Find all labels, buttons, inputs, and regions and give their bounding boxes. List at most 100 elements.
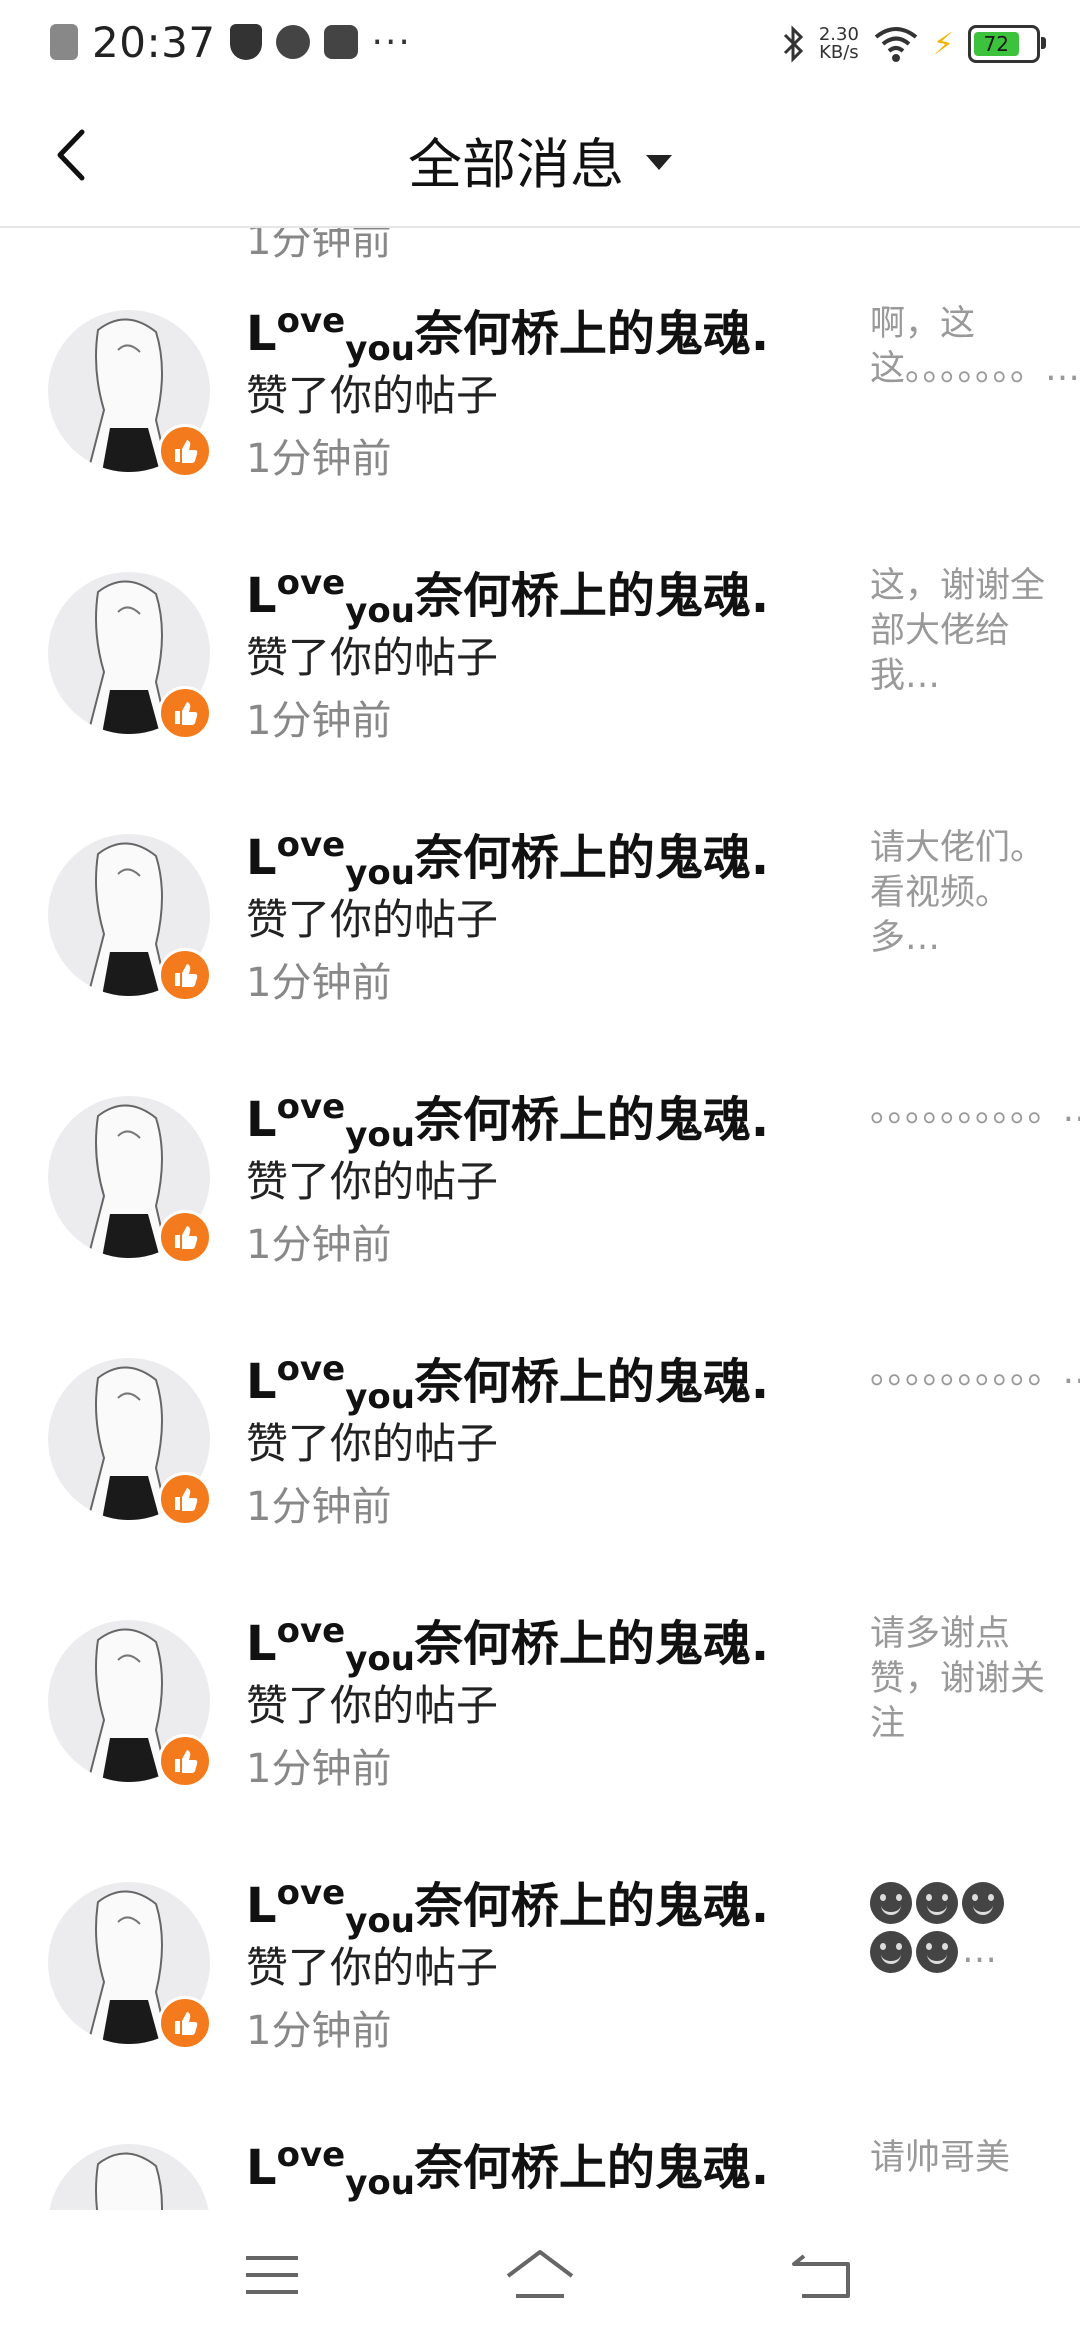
message-time: 1分钟前: [246, 436, 392, 482]
user-name[interactable]: Loveyou奈何桥上的鬼魂.: [246, 1866, 770, 1941]
post-preview[interactable]: 啊，这这。。。。。。。…: [870, 302, 1080, 392]
message-time: 1分钟前: [246, 1222, 392, 1268]
post-preview[interactable]: 。。。。。。。。。。…: [870, 1350, 1080, 1395]
thumbs-up-icon: [158, 1472, 212, 1526]
home-icon[interactable]: [500, 2240, 580, 2310]
status-bar: 20:37 ··· 2.30 KB/s ⚡ 72: [0, 0, 1080, 84]
battery-percent: 72: [983, 32, 1009, 56]
title-dropdown[interactable]: 全部消息: [0, 120, 1080, 199]
post-preview[interactable]: 请多谢点赞，谢谢关注: [870, 1612, 1050, 1747]
list-item[interactable]: Loveyou奈何桥上的鬼魂. 赞了你的帖子 1分钟前 啊，这这。。。。。。。…: [0, 286, 1080, 548]
smiley-face-icon: [870, 1882, 912, 1924]
name-part: ove: [276, 1873, 346, 1913]
name-part: ove: [276, 1349, 346, 1389]
name-part: ove: [276, 825, 346, 865]
post-preview[interactable]: 这，谢谢全部大佬给我…: [870, 564, 1050, 699]
user-name[interactable]: Loveyou奈何桥上的鬼魂.: [246, 1342, 770, 1417]
message-action: 赞了你的帖子: [246, 895, 499, 944]
list-item[interactable]: Loveyou奈何桥上的鬼魂. 赞了你的帖子 1分钟前 请多谢点赞，谢谢关注: [0, 1596, 1080, 1858]
name-part: L: [246, 1616, 277, 1672]
message-time: 1分钟前: [246, 228, 392, 264]
avatar: [48, 2144, 210, 2210]
list-item[interactable]: Loveyou奈何桥上的鬼魂. 赞了你的帖子 1分钟前 请大佬们。看视频。多…: [0, 810, 1080, 1072]
header: 全部消息: [0, 84, 1080, 228]
message-action: 赞了你的帖子: [246, 1943, 499, 1992]
speed-unit: KB/s: [819, 42, 859, 63]
post-preview[interactable]: …: [870, 1880, 1050, 1974]
page-title: 全部消息: [408, 133, 624, 196]
message-time: 1分钟前: [246, 960, 392, 1006]
thumbs-up-icon: [158, 1734, 212, 1788]
message-action: 赞了你的帖子: [246, 633, 499, 682]
battery-icon: 72: [968, 25, 1046, 63]
speedometer-icon: [275, 25, 310, 59]
post-preview[interactable]: 。。。。。。。。。。…: [870, 1088, 1080, 1133]
message-time: 1分钟前: [246, 698, 392, 744]
shield-icon: [229, 24, 262, 60]
list-item[interactable]: Loveyou奈何桥上的鬼魂. 赞了你的帖子 1分钟前 这，谢谢全部大佬给我…: [0, 548, 1080, 810]
name-part: L: [246, 2140, 277, 2196]
network-speed: 2.30 KB/s: [819, 26, 859, 62]
name-part: L: [246, 1354, 277, 1410]
thumbs-up-icon: [158, 948, 212, 1002]
name-part: L: [246, 1092, 277, 1148]
list-item[interactable]: Loveyou奈何桥上的鬼魂. 赞了你的帖子 1分钟前 。。。。。。。。。。…: [0, 1334, 1080, 1596]
wifi-icon: [874, 27, 918, 62]
name-part: L: [246, 830, 277, 886]
name-part: 奈何桥上的鬼魂.: [414, 306, 770, 362]
user-name[interactable]: Loveyou奈何桥上的鬼魂.: [246, 556, 770, 631]
thumbs-up-icon: [158, 1210, 212, 1264]
name-part: 奈何桥上的鬼魂.: [414, 830, 770, 886]
name-part: 奈何桥上的鬼魂.: [414, 1354, 770, 1410]
back-icon[interactable]: [782, 2240, 862, 2310]
status-time: 20:37: [92, 17, 216, 67]
message-action: 赞了你的帖子: [246, 1681, 499, 1730]
post-preview[interactable]: 请大佬们。看视频。多…: [870, 826, 1050, 961]
message-time: 1分钟前: [246, 1746, 392, 1792]
list-item[interactable]: 1分钟前: [0, 228, 1080, 282]
smiley-face-icon: [962, 1882, 1004, 1924]
play-icon: [323, 25, 358, 59]
name-part: you: [345, 2163, 415, 2203]
name-part: L: [246, 568, 277, 624]
name-part: ove: [276, 301, 346, 341]
user-name[interactable]: Loveyou奈何桥上的鬼魂.: [246, 1080, 770, 1155]
user-name[interactable]: Loveyou奈何桥上的鬼魂.: [246, 1604, 770, 1679]
list-item[interactable]: Loveyou奈何桥上的鬼魂. 请帅哥美: [0, 2120, 1080, 2210]
notification-x-icon: [50, 24, 78, 60]
name-part: ove: [276, 563, 346, 603]
message-action: 赞了你的帖子: [246, 371, 499, 420]
name-part: 奈何桥上的鬼魂.: [414, 1878, 770, 1934]
user-name[interactable]: Loveyou奈何桥上的鬼魂.: [246, 818, 770, 893]
charging-icon: ⚡: [932, 26, 954, 62]
name-part: 奈何桥上的鬼魂.: [414, 568, 770, 624]
more-dots-icon: ···: [371, 21, 412, 63]
smiley-face-icon: [870, 1931, 912, 1973]
user-name[interactable]: Loveyou奈何桥上的鬼魂.: [246, 294, 770, 369]
name-part: L: [246, 1878, 277, 1934]
name-part: L: [246, 306, 277, 362]
name-part: 奈何桥上的鬼魂.: [414, 1092, 770, 1148]
list-item[interactable]: Loveyou奈何桥上的鬼魂. 赞了你的帖子 1分钟前 。。。。。。。。。。…: [0, 1072, 1080, 1334]
message-time: 1分钟前: [246, 1484, 392, 1530]
list-item[interactable]: Loveyou奈何桥上的鬼魂. 赞了你的帖子 1分钟前 …: [0, 1858, 1080, 2120]
navigation-bar: [0, 2210, 1080, 2340]
message-action: 赞了你的帖子: [246, 1419, 499, 1468]
thumbs-up-icon: [158, 686, 212, 740]
thumbs-up-icon: [158, 424, 212, 478]
name-part: ove: [276, 2135, 346, 2175]
name-part: 奈何桥上的鬼魂.: [414, 2140, 770, 2196]
name-part: ove: [276, 1087, 346, 1127]
battery-level: 72: [974, 32, 1019, 56]
post-preview[interactable]: 请帅哥美: [870, 2136, 1050, 2181]
smiley-face-icon: [916, 1931, 958, 1973]
bluetooth-icon: [783, 25, 803, 63]
message-time: 1分钟前: [246, 2008, 392, 2054]
menu-icon[interactable]: [232, 2240, 312, 2310]
message-list[interactable]: 1分钟前 Loveyou奈何桥上的鬼魂. 赞了你的帖子 1分钟前 啊，这这。。。…: [0, 228, 1080, 2210]
caret-down-icon: [646, 155, 672, 170]
user-name[interactable]: Loveyou奈何桥上的鬼魂.: [246, 2128, 770, 2203]
name-part: ove: [276, 1611, 346, 1651]
smiley-face-icon: [916, 1882, 958, 1924]
name-part: 奈何桥上的鬼魂.: [414, 1616, 770, 1672]
